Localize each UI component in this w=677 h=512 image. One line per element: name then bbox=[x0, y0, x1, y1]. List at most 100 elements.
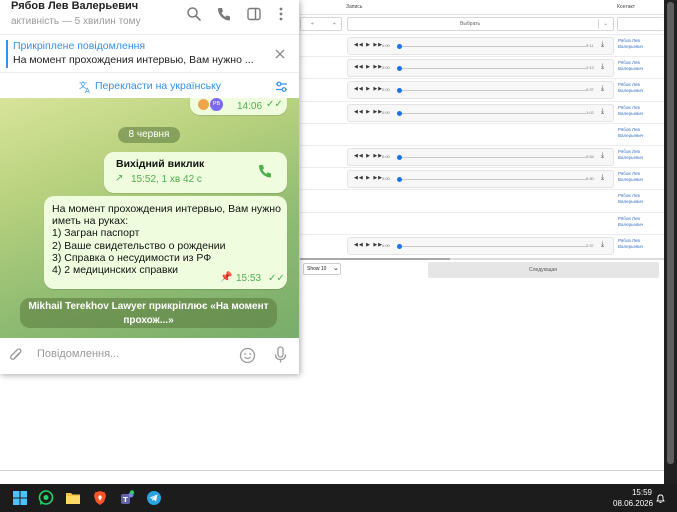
seek-track[interactable] bbox=[402, 113, 586, 114]
contact-link[interactable]: Рябов Лев Валерьевич bbox=[618, 105, 664, 117]
chat-messages-area[interactable]: РВ 14:06 ✓✓ 8 червня Вихідний виклик ↗ 1… bbox=[0, 98, 299, 338]
download-icon[interactable]: ⤓ bbox=[601, 241, 604, 249]
seek-track[interactable] bbox=[402, 90, 586, 91]
translate-settings-icon[interactable] bbox=[275, 80, 288, 93]
audio-player[interactable]: ◀◀ ▶ ▶▶ 0:00 1:02 ⤓ bbox=[347, 104, 614, 122]
contact-link[interactable]: Рябов Лев Валерьевич bbox=[618, 149, 664, 161]
teams-icon[interactable]: T bbox=[119, 490, 135, 506]
message-line: 1) Загран паспорт bbox=[52, 227, 140, 240]
page-size-select[interactable]: Show 10 ⌄ bbox=[303, 263, 341, 275]
player-duration: 0:30 bbox=[586, 176, 594, 181]
seek-track[interactable] bbox=[402, 157, 586, 158]
audio-player[interactable]: ◀◀ ▶ ▶▶ 0:00 0:54 ⤓ bbox=[347, 148, 614, 166]
search-icon[interactable] bbox=[186, 6, 202, 22]
column-header-contact[interactable]: Контакт bbox=[617, 0, 635, 14]
contact-link[interactable]: Рябов Лев Валерьевич bbox=[618, 238, 664, 250]
call-back-phone-icon[interactable] bbox=[257, 163, 273, 179]
pin-service-message[interactable]: Mikhail Terekhov Lawyer прикріплює «На м… bbox=[20, 298, 277, 328]
phone-icon[interactable] bbox=[216, 6, 232, 22]
seek-track[interactable] bbox=[402, 68, 586, 69]
notification-bell-icon[interactable] bbox=[655, 493, 666, 504]
playback-controls-icon[interactable]: ◀◀ ▶ ▶▶ bbox=[354, 242, 383, 248]
pinned-message-bar[interactable]: Прикріплене повідомлення На момент прохо… bbox=[0, 34, 299, 72]
record-filter-select[interactable]: Выбрать ⌄ bbox=[347, 17, 614, 31]
audio-player[interactable]: ◀◀ ▶ ▶▶ 0:00 2:13 ⤓ bbox=[347, 59, 614, 77]
table-row-divider bbox=[300, 101, 664, 102]
close-icon[interactable] bbox=[274, 48, 286, 60]
playback-controls-icon[interactable]: ◀◀ ▶ ▶▶ bbox=[354, 42, 383, 48]
horizontal-scrollbar[interactable] bbox=[300, 258, 664, 260]
more-menu-icon[interactable] bbox=[273, 6, 289, 22]
contact-link[interactable]: Рябов Лев Валерьевич bbox=[618, 127, 664, 139]
playback-controls-icon[interactable]: ◀◀ ▶ ▶▶ bbox=[354, 109, 383, 115]
seek-track[interactable] bbox=[402, 179, 586, 180]
player-duration: 0:37 bbox=[586, 87, 594, 92]
table-row-divider bbox=[300, 123, 664, 124]
attach-icon[interactable] bbox=[9, 348, 24, 363]
player-duration: 2:37 bbox=[586, 243, 594, 248]
previous-message-bubble[interactable]: РВ 14:06 ✓✓ bbox=[190, 98, 287, 115]
scrollbar-thumb[interactable] bbox=[667, 2, 674, 464]
message-line: На момент прохождения интервью, Вам нужн… bbox=[52, 203, 281, 215]
emoji-icon[interactable] bbox=[239, 347, 256, 364]
windows-start-icon[interactable] bbox=[12, 490, 28, 506]
reaction-emoji[interactable] bbox=[198, 99, 209, 110]
taskbar-time[interactable]: 15:59 bbox=[630, 488, 652, 497]
select-value: Выбрать bbox=[460, 21, 481, 27]
seek-track[interactable] bbox=[402, 46, 586, 47]
contact-link[interactable]: Рябов Лев Валерьевич bbox=[618, 193, 664, 205]
contact-filter-input[interactable] bbox=[617, 17, 664, 31]
message-line: иметь на руках: bbox=[52, 215, 129, 228]
download-icon[interactable]: ⤓ bbox=[601, 108, 604, 116]
contact-link[interactable]: Рябов Лев Валерьевич bbox=[618, 38, 664, 50]
svg-text:A: A bbox=[85, 87, 90, 93]
contact-name[interactable]: Рябов Лев Валерьевич bbox=[11, 0, 138, 12]
brave-browser-icon[interactable] bbox=[92, 490, 108, 506]
message-composer[interactable]: Повідомлення... bbox=[0, 338, 299, 374]
whatsapp-icon[interactable] bbox=[38, 490, 54, 506]
download-icon[interactable]: ⤓ bbox=[601, 152, 604, 160]
download-icon[interactable]: ⤓ bbox=[601, 41, 604, 49]
file-explorer-icon[interactable] bbox=[65, 490, 81, 506]
translate-label[interactable]: Перекласти на українську bbox=[95, 80, 221, 92]
download-icon[interactable]: ⤓ bbox=[601, 174, 604, 182]
contact-link[interactable]: Рябов Лев Валерьевич bbox=[618, 171, 664, 183]
vertical-scrollbar[interactable] bbox=[664, 0, 677, 484]
audio-player[interactable]: ◀◀ ▶ ▶▶ 0:00 0:37 ⤓ bbox=[347, 81, 614, 99]
outgoing-call-bubble[interactable]: Вихідний виклик ↗ 15:52, 1 хв 42 с bbox=[104, 152, 287, 193]
audio-player[interactable]: ◀◀ ▶ ▶▶ 0:00 9:11 ⤓ bbox=[347, 37, 614, 55]
download-icon[interactable]: ⤓ bbox=[601, 63, 604, 71]
column-header-record[interactable]: Запись bbox=[346, 0, 362, 14]
taskbar-date[interactable]: 08.06.2026 bbox=[613, 499, 653, 508]
player-current-time: 0:00 bbox=[382, 243, 390, 248]
playback-controls-icon[interactable]: ◀◀ ▶ ▶▶ bbox=[354, 175, 383, 181]
next-page-button[interactable]: Следующая bbox=[428, 262, 659, 278]
translate-icon: 文 A bbox=[79, 80, 90, 93]
contact-link[interactable]: Рябов Лев Валерьевич bbox=[618, 82, 664, 94]
chat-header[interactable]: Рябов Лев Валерьевич активність — 5 хвил… bbox=[0, 0, 299, 34]
translate-bar[interactable]: 文 A Перекласти на українську bbox=[0, 72, 299, 98]
player-duration: 9:11 bbox=[586, 43, 594, 48]
audio-player[interactable]: ◀◀ ▶ ▶▶ 0:00 2:37 ⤓ bbox=[347, 237, 614, 255]
telegram-icon[interactable] bbox=[146, 490, 162, 506]
table-row-divider bbox=[300, 189, 664, 190]
message-input[interactable]: Повідомлення... bbox=[37, 348, 119, 360]
player-current-time: 0:00 bbox=[382, 154, 390, 159]
playback-controls-icon[interactable]: ◀◀ ▶ ▶▶ bbox=[354, 64, 383, 70]
outgoing-message-bubble[interactable]: На момент прохождения интервью, Вам нужн… bbox=[44, 196, 287, 289]
seek-track[interactable] bbox=[402, 246, 586, 247]
contact-status: активність — 5 хвилин тому bbox=[11, 16, 141, 27]
sidebar-toggle-icon[interactable] bbox=[246, 6, 262, 22]
chevron-down-icon: ⌄ bbox=[603, 21, 609, 27]
contact-link[interactable]: Рябов Лев Валерьевич bbox=[618, 216, 664, 228]
audio-player[interactable]: ◀◀ ▶ ▶▶ 0:00 0:30 ⤓ bbox=[347, 170, 614, 188]
player-current-time: 0:00 bbox=[382, 176, 390, 181]
playback-controls-icon[interactable]: ◀◀ ▶ ▶▶ bbox=[354, 86, 383, 92]
avatar: РВ bbox=[210, 98, 223, 111]
download-icon[interactable]: ⤓ bbox=[601, 85, 604, 93]
page-size-value: Show 10 bbox=[307, 266, 327, 272]
playback-controls-icon[interactable]: ◀◀ ▶ ▶▶ bbox=[354, 153, 383, 159]
contact-link[interactable]: Рябов Лев Валерьевич bbox=[618, 60, 664, 72]
date-filter-input[interactable]: ÷ ÷ bbox=[300, 17, 342, 31]
microphone-icon[interactable] bbox=[273, 346, 288, 364]
